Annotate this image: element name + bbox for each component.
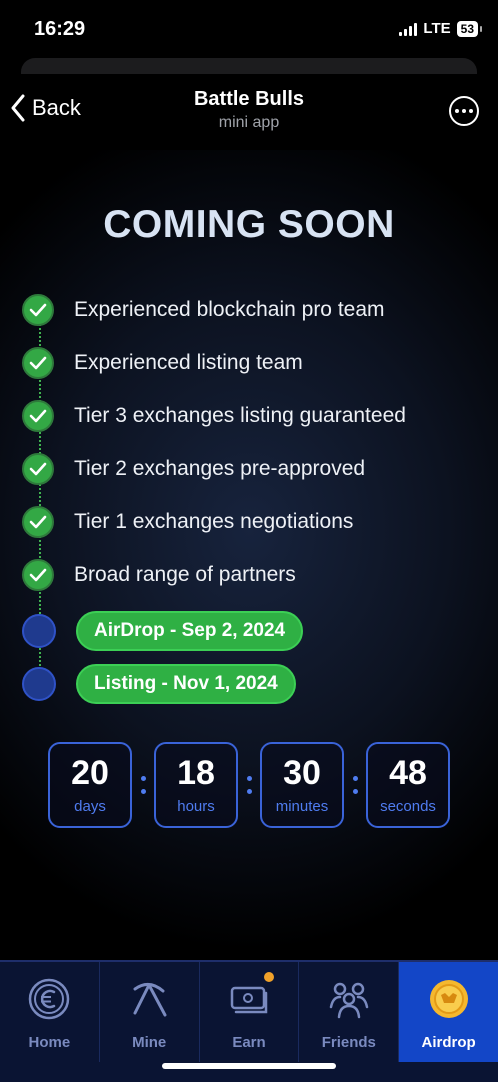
- checklist-item: Experienced listing team: [22, 347, 303, 379]
- checklist-label: Broad range of partners: [74, 563, 296, 586]
- checklist-label: Experienced blockchain pro team: [74, 298, 385, 321]
- pickaxe-icon: [126, 976, 172, 1022]
- background-glow: [0, 150, 498, 960]
- nav-label: Mine: [132, 1034, 167, 1051]
- app-subtitle: mini app: [218, 114, 280, 131]
- coming-soon-heading: COMING SOON: [103, 203, 395, 246]
- milestone-item: AirDrop - Sep 2, 2024: [22, 611, 304, 651]
- milestone-item: Listing - Nov 1, 2024: [22, 664, 296, 704]
- pending-circle-icon: [22, 667, 56, 701]
- signal-icon: [399, 22, 418, 36]
- countdown-value: 30: [283, 753, 321, 792]
- network-label: LTE: [423, 20, 451, 37]
- check-icon: [22, 453, 54, 485]
- countdown-unit: minutes: [275, 797, 329, 815]
- notification-dot: [263, 972, 274, 982]
- nav-home[interactable]: Home: [0, 962, 100, 1062]
- checklist-item: Tier 2 exchanges pre-approved: [22, 453, 365, 485]
- nav-label: Airdrop: [421, 1034, 476, 1051]
- dot: [455, 109, 459, 113]
- status-time: 16:29: [34, 18, 86, 40]
- countdown-seconds: 48 seconds: [366, 742, 450, 828]
- countdown-separator: [238, 776, 260, 794]
- check-icon: [22, 347, 54, 379]
- nav-mine[interactable]: Mine: [100, 962, 200, 1062]
- countdown-separator: [344, 776, 366, 794]
- check-icon: [22, 506, 54, 538]
- dot: [462, 109, 466, 113]
- checklist-label: Tier 1 exchanges negotiations: [74, 510, 354, 533]
- countdown-separator: [132, 776, 154, 794]
- countdown-unit: seconds: [380, 797, 436, 815]
- dot: [469, 109, 473, 113]
- cash-icon: [226, 976, 272, 1022]
- countdown-timer: 20 days 18 hours 30 minutes 48 seconds: [48, 742, 450, 828]
- checklist-label: Tier 3 exchanges listing guaranteed: [74, 404, 406, 427]
- checklist-item: Experienced blockchain pro team: [22, 294, 385, 326]
- countdown-value: 48: [389, 753, 427, 792]
- nav-label: Earn: [232, 1034, 266, 1051]
- nav-label: Home: [28, 1034, 71, 1051]
- friends-icon: [326, 976, 372, 1022]
- countdown-minutes: 30 minutes: [260, 742, 344, 828]
- countdown-value: 20: [71, 753, 109, 792]
- check-icon: [22, 559, 54, 591]
- check-icon: [22, 400, 54, 432]
- sheet-handle: [21, 58, 477, 74]
- nav-friends[interactable]: Friends: [299, 962, 400, 1062]
- nav-airdrop[interactable]: Airdrop: [399, 962, 498, 1062]
- airdrop-date-badge: AirDrop - Sep 2, 2024: [76, 611, 304, 651]
- app-title: Battle Bulls: [193, 88, 305, 110]
- home-indicator: [162, 1063, 336, 1069]
- nav-earn[interactable]: Earn: [200, 962, 300, 1062]
- airdrop-coin-icon: [426, 976, 472, 1022]
- pending-circle-icon: [22, 614, 56, 648]
- checklist-item: Tier 1 exchanges negotiations: [22, 506, 353, 538]
- countdown-hours: 18 hours: [154, 742, 238, 828]
- listing-date-badge: Listing - Nov 1, 2024: [76, 664, 296, 704]
- status-indicators: LTE 53: [399, 20, 483, 37]
- checklist-label: Tier 2 exchanges pre-approved: [74, 457, 366, 480]
- countdown-unit: days: [74, 797, 106, 815]
- checklist-item: Broad range of partners: [22, 559, 296, 591]
- countdown-value: 18: [177, 753, 215, 792]
- countdown-unit: hours: [177, 797, 215, 815]
- checklist-label: Experienced listing team: [74, 351, 303, 374]
- checklist-item: Tier 3 exchanges listing guaranteed: [22, 400, 406, 432]
- nav-label: Friends: [321, 1034, 376, 1051]
- more-options-button[interactable]: [449, 96, 479, 126]
- battery-icon: 53: [456, 20, 483, 37]
- countdown-days: 20 days: [48, 742, 132, 828]
- euro-coin-icon: [26, 976, 72, 1022]
- check-icon: [22, 294, 54, 326]
